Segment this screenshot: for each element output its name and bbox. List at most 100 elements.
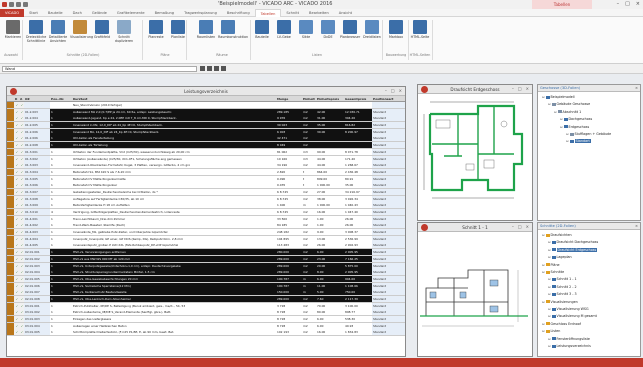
tree-item[interactable]: ⊟ Visualisierung M gesamt [548, 314, 597, 318]
ribbon-button-planreste[interactable]: Planreste [146, 20, 166, 40]
tree-item[interactable]: ⊟ Fensteröffnungsliste [548, 337, 590, 341]
table-row[interactable]: ✓ ✓ 01.4.001 1 Treno-Leichtbaum_Drei-dim Zim… [7, 215, 405, 223]
layer-icon[interactable] [200, 66, 205, 71]
ribbon-button-detaillierte-ansichten[interactable]: Detaillierte Ansichten [48, 20, 68, 43]
expand-icon[interactable]: ⊟ [548, 255, 551, 259]
tree-item[interactable]: ⊟ Standart [566, 139, 591, 144]
ribbon-button-markieren[interactable]: Markieren [3, 20, 23, 40]
ribbon-tab-start[interactable]: Start [24, 9, 43, 17]
tree-item[interactable]: ⊟ Lageplan [548, 255, 572, 259]
tree-item[interactable]: ⊟ Visualisierungen [542, 300, 578, 304]
minimize-button[interactable]: – [385, 88, 387, 93]
ribbon-tab-vicado[interactable]: VICADO [0, 8, 25, 17]
tree-item[interactable]: ⊟ Gebäude Geschosse [548, 102, 590, 106]
minimize-button[interactable]: – [617, 1, 620, 7]
tree-item[interactable]: ⊟ Abschnitt 1 [554, 110, 581, 114]
ribbon-button-raumkonstruktion[interactable]: Raumkonstruktion [218, 20, 248, 40]
expand-icon[interactable]: ⊟ [548, 307, 551, 311]
ribbon-button-html-seite[interactable]: HTML-Seite [410, 20, 430, 40]
section-drawing[interactable] [418, 232, 532, 356]
tree-item[interactable]: ⊟ Stufflagen + Gebäude [566, 132, 611, 136]
expand-icon[interactable]: ⊟ [542, 233, 545, 237]
table-row[interactable]: ✓ ✓ 01.3.001 1 Ortbeton der Fundamentplatte,… [7, 148, 405, 156]
ribbon-button-lv-gebe[interactable]: LV-Gebe [274, 20, 294, 40]
table-row[interactable]: ✓ ✓ 02.01.008 1 HSV+S, Oba-Lenkoch-Dein Albe… [7, 295, 405, 303]
expand-icon[interactable]: ⊟ [548, 314, 551, 318]
table-row[interactable]: ✓ ✓ 01.3.004 1 Betonstahl S1, BSt 420 S als … [7, 168, 405, 176]
table-row[interactable]: ✓ ✓ 03.01.003 1 Einlagen des Lieferglasere 8 … [7, 316, 405, 323]
minimize-button[interactable]: – [512, 86, 514, 91]
expand-icon[interactable]: ⊟ [542, 270, 545, 274]
table-row[interactable]: ✓ ✓ 02.01.007 1 HSV+S, Kantenschutz Bestands… [7, 289, 405, 296]
refresh-icon[interactable] [214, 66, 219, 71]
ribbon-tab-grafikelemente[interactable]: Grafikelemente [112, 9, 150, 17]
tree-item[interactable]: ⊟ Schnitt 2 - 2 [548, 285, 577, 289]
table-row[interactable]: ✓ ✓ 01.3.002 1 Ortbeton (Außenwände) (C25/30… [7, 155, 405, 163]
table-row[interactable]: ✓ ✓ 01.3.009 1 Betonfertigteildecke H 18 cm … [7, 202, 405, 209]
expand-icon[interactable]: ⊟ [542, 263, 545, 267]
table-row[interactable]: ✓ ✓ 01.4.005 1 Innenwandsputz_großen P LVD X… [7, 242, 405, 250]
tree-item[interactable]: ⊟ Schnitt 3 - 3 [548, 292, 577, 296]
ribbon-tab-beschriftung[interactable]: Beschriftung [222, 9, 255, 17]
expand-icon[interactable]: ⊟ [542, 300, 545, 304]
ribbon-button-bauteile[interactable]: Bauteile [252, 20, 272, 40]
maximize-button[interactable]: □ [625, 1, 630, 7]
table-row[interactable]: ✓ ✓ 01.2.006 1 Innenwand Mz, 12,0_DIF eb 24_… [7, 128, 405, 136]
table-row[interactable]: ✓ ✓ 02.01.006 1 HSV+S, Sockelsche Sperrstein… [7, 282, 405, 290]
tree-item[interactable]: ⊟ Draufsichten [542, 233, 572, 237]
table-row[interactable]: ✓ ✓ 02.01.002 1 HSV+S aus MW-WS 000 MT ab 12… [7, 255, 405, 263]
table-row[interactable]: ✓ ✓ 01.3.003 1 Innenwand-Oberkanten-Formstah… [7, 162, 405, 169]
table-row[interactable]: ✓ ✓ 02.01.004 1 HSV+S, Struktursperregrundie… [7, 269, 405, 276]
floorplan-drawing[interactable] [418, 94, 532, 220]
tree-item[interactable]: ⊟ Pläne [542, 263, 560, 267]
expand-icon[interactable]: ⊟ [566, 139, 569, 143]
expand-icon[interactable]: ⊟ [566, 132, 569, 136]
tree-item[interactable]: ⊟ Schnitte [542, 270, 564, 274]
table-row[interactable]: ✓ ✓ 01.2.004 1 Außenwand-Jagund, Kp e 24, 2.… [7, 115, 405, 123]
redo-icon[interactable] [23, 2, 28, 7]
view-select[interactable]: Wand [2, 66, 197, 72]
close-button[interactable]: × [526, 224, 529, 229]
ribbon-button-dreieckliche-schnittlinie[interactable]: Dreieckliche Schnittlinie [26, 20, 46, 43]
tree-item[interactable]: ⊟ Beispielmodell [542, 95, 575, 99]
expand-icon[interactable]: ⊟ [560, 125, 563, 129]
close-button[interactable]: × [399, 88, 402, 93]
tree-item[interactable]: ⊟ Visualisierung WSG [548, 307, 589, 311]
table-row[interactable]: ✓ ✓ 01.4.002 1 Trend-Werk-Baseteil ,Stemlfe … [7, 222, 405, 230]
expand-icon[interactable]: ⊟ [548, 285, 551, 289]
maximize-button[interactable]: □ [391, 88, 395, 93]
filter-icon[interactable] [207, 66, 212, 71]
tree-item[interactable]: ⊟ Dachgeschoss [560, 117, 592, 121]
close-icon[interactable]: × [635, 223, 638, 230]
ribbon-tab-bearbeiten[interactable]: Bearbeiten [304, 9, 334, 17]
ribbon-button-planbrowser[interactable]: Planbrowser [340, 20, 360, 40]
table-row[interactable]: ✓ ✓ 03.01.001 1 Estrich-Putzhalter, IIE/DE S… [7, 302, 405, 310]
ribbon-button-dreidlisten[interactable]: Dreidlisten [362, 20, 382, 40]
tree-item[interactable]: ⊟ Schnitt 1 - 1 [548, 277, 577, 281]
table-row[interactable]: ✓ ✓ 02.01.005 1 HSV+S, Oba-Gewebebeschichtun… [7, 275, 405, 283]
expand-icon[interactable]: ⊟ [548, 240, 551, 244]
section-window[interactable]: Schnitt 1 - 1 – □ × [417, 222, 533, 357]
ribbon-button-schnitt-duplizieren[interactable]: Schnitt duplizieren [114, 20, 134, 43]
ribbon-tab-bauteile[interactable]: Bauteile [43, 9, 68, 17]
ribbon-tab-gel-nde[interactable]: Gelände [87, 9, 112, 17]
minimize-button[interactable]: – [512, 224, 514, 229]
ribbon-tab-schnitt[interactable]: Schnitt [281, 9, 304, 17]
ribbon-button-planliste[interactable]: Planliste [168, 20, 188, 40]
table-row[interactable]: ✓ ✓ 03.01.005 1 Schrittomplatte Dreiterfesti… [7, 329, 405, 337]
table-row[interactable]: ✓ ✓ 03.01.004 1 Außenlagen einer Heißzeichen… [7, 322, 405, 330]
table-row[interactable]: ✓ ✓ 03.01.002 1 Estrich-Außenteme_IIE/DE S_V… [7, 309, 405, 316]
expand-icon[interactable]: ⊟ [542, 95, 545, 99]
tree-item[interactable]: ⊟ Listen [542, 329, 560, 333]
app-menu-icon[interactable] [2, 2, 7, 7]
options-icon[interactable] [221, 66, 226, 71]
context-tab[interactable]: Tabellen [532, 0, 592, 9]
ribbon-tab-bema-ung[interactable]: Bemaßung [150, 9, 179, 17]
expand-icon[interactable]: ⊟ [548, 337, 551, 341]
expand-icon[interactable]: ⊟ [548, 248, 551, 252]
table-row[interactable]: ✓ ✓ 01.2.008 1 Ohl-beton als Türteilung 8 049… [7, 142, 405, 149]
ribbon-tab-dach[interactable]: Dach [68, 9, 87, 17]
expand-icon[interactable]: ⊟ [560, 117, 563, 121]
close-button[interactable]: × [636, 1, 640, 7]
save-icon[interactable] [9, 2, 14, 7]
